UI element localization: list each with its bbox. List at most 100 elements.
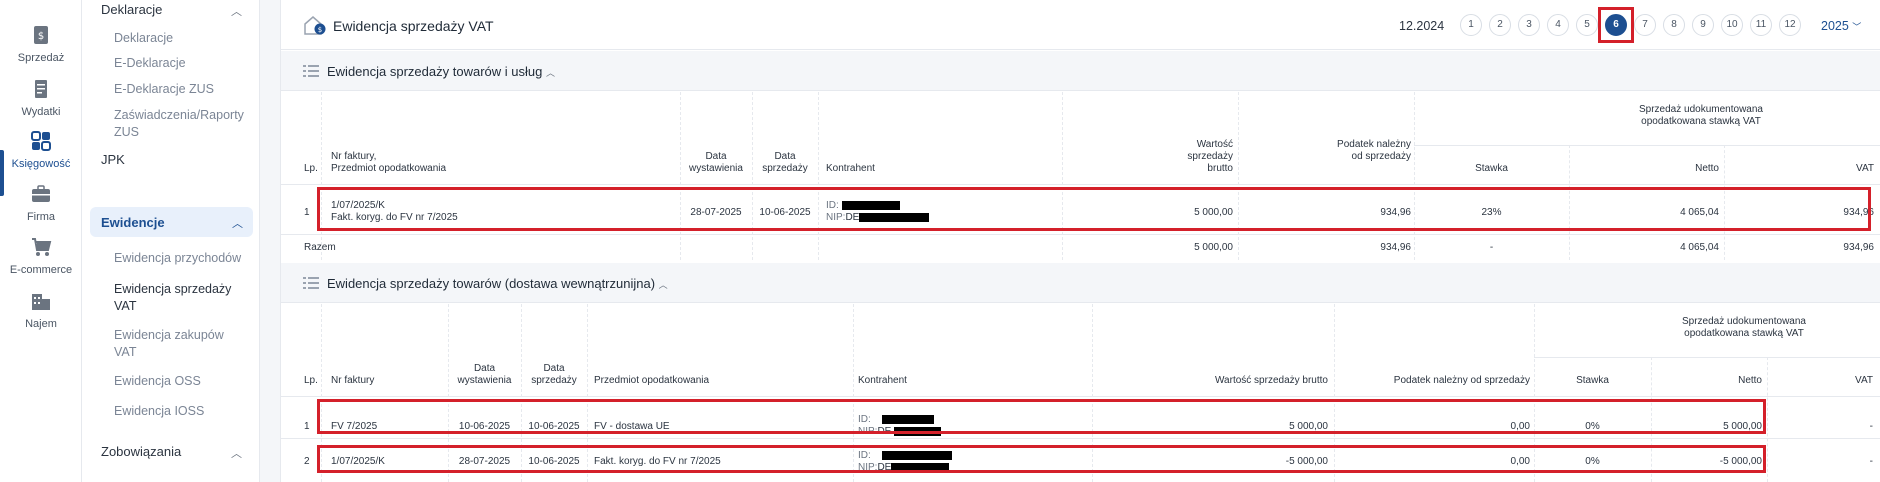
col-header-data-sprzedazy: Data sprzedaży	[531, 363, 577, 386]
nav-group-deklaracje[interactable]: Deklaracje ︿	[82, 2, 260, 18]
rail-item-ecommerce[interactable]: E-commerce	[0, 236, 82, 276]
chevron-up-icon: ︿	[545, 68, 555, 78]
main-nav-rail: $ Sprzedaż Wydatki Księgowość Firma E-co…	[0, 0, 82, 482]
total-label: Razem	[304, 242, 336, 253]
app-root: $ Sprzedaż Wydatki Księgowość Firma E-co…	[0, 0, 1880, 482]
row-highlight-box	[317, 399, 1766, 434]
page-header: $ Ewidencja sprzedaży VAT 12.2024 1 2 3 …	[281, 0, 1880, 50]
cell-lp: 2	[304, 456, 310, 467]
cell-lp: 1	[304, 207, 310, 218]
col-header-kontrahent: Kontrahent	[826, 163, 875, 174]
cell-vat: -	[1869, 421, 1873, 432]
nav-item-ewidencja-ioss[interactable]: Ewidencja IOSS	[114, 403, 249, 420]
section-header-sprzedaz[interactable]: Ewidencja sprzedaży towarów i usług ︿	[281, 51, 1880, 91]
nav-group-label: Deklaracje	[101, 2, 163, 17]
col-header-podatek: Podatek należny od sprzedaży	[1393, 375, 1530, 386]
svg-text:$: $	[38, 31, 44, 42]
nav-item-deklaracje[interactable]: Deklaracje	[114, 30, 249, 47]
col-header-netto: Netto	[1695, 163, 1719, 174]
rail-label: Sprzedaż	[17, 52, 65, 64]
section-title-text: Ewidencja sprzedaży towarów i usług	[327, 64, 543, 79]
nav-group-ewidencje[interactable]: Ewidencje ︿	[90, 207, 253, 237]
nav-group-zobowiazania[interactable]: Zobowiązania ︿	[82, 444, 260, 460]
header-divider	[1414, 145, 1880, 146]
col-header-group-vat: Sprzedaż udokumentowana opodatkowana sta…	[1682, 316, 1806, 339]
nav-group-label: Zobowiązania	[101, 444, 182, 459]
row-highlight-box	[317, 445, 1766, 473]
year-value: 2025	[1821, 19, 1849, 33]
rail-item-ksiegowosc[interactable]: Księgowość	[0, 130, 82, 170]
nav-item-e-deklaracje-zus[interactable]: E-Deklaracje ZUS	[114, 81, 249, 98]
row-divider	[281, 234, 1880, 235]
month-7[interactable]: 7	[1634, 14, 1656, 36]
row-highlight-box	[317, 187, 1871, 231]
month-3[interactable]: 3	[1518, 14, 1540, 36]
col-header-przedmiot: Przedmiot opodatkowania	[331, 163, 447, 174]
rail-item-wydatki[interactable]: Wydatki	[0, 78, 82, 118]
current-period: 12.2024	[1399, 19, 1445, 33]
nav-item-e-deklaracje[interactable]: E-Deklaracje	[114, 55, 249, 72]
col-header-data-wystawienia: Data wystawienia	[689, 151, 743, 174]
section-title: Ewidencja sprzedaży towarów (dostawa wew…	[327, 276, 668, 291]
total-stawka: -	[1489, 242, 1494, 253]
rail-item-sprzedaz[interactable]: $ Sprzedaż	[0, 24, 82, 64]
month-9[interactable]: 9	[1692, 14, 1714, 36]
total-netto: 4 065,04	[1680, 242, 1719, 253]
col-header-wartosc: Wartość sprzedaży brutto	[1187, 139, 1233, 174]
month-10[interactable]: 10	[1721, 14, 1743, 36]
row-divider	[281, 438, 1880, 439]
section-header-wdt[interactable]: Ewidencja sprzedaży towarów (dostawa wew…	[281, 263, 1880, 303]
rail-label: Firma	[26, 211, 56, 223]
col-header-data-sprzedazy: Data sprzedaży	[762, 151, 808, 174]
nav-item-ewidencja-sprzedazy-vat[interactable]: Ewidencja sprzedaży VAT	[114, 281, 249, 315]
rail-item-firma[interactable]: Firma	[0, 183, 82, 223]
secondary-nav: Deklaracje ︿ Deklaracje E-Deklaracje E-D…	[82, 0, 260, 482]
section-title-text: Ewidencja sprzedaży towarów (dostawa wew…	[327, 276, 656, 291]
nav-item-ewidencja-przychodow[interactable]: Ewidencja przychodów	[114, 250, 249, 267]
month-5[interactable]: 5	[1576, 14, 1598, 36]
cart-icon	[32, 238, 52, 256]
col-header-stawka: Stawka	[1576, 375, 1609, 386]
month-4[interactable]: 4	[1547, 14, 1569, 36]
nav-item-ewidencja-zakupow-vat[interactable]: Ewidencja zakupów VAT	[114, 327, 249, 361]
nav-item-ewidencja-oss[interactable]: Ewidencja OSS	[114, 373, 249, 390]
nav-group-label: JPK	[101, 152, 125, 167]
briefcase-icon	[32, 185, 50, 202]
grid-icon	[31, 131, 51, 151]
nav-item-zaswiadczenia[interactable]: Zaświadczenia/Raporty ZUS	[114, 107, 249, 141]
col-header-data-wystawienia: Data wystawienia	[457, 363, 512, 386]
month-8[interactable]: 8	[1663, 14, 1685, 36]
rail-item-najem[interactable]: Najem	[0, 290, 82, 330]
col-header-nr: Nr faktury,	[331, 151, 377, 162]
main-panel: $ Ewidencja sprzedaży VAT 12.2024 1 2 3 …	[280, 0, 1880, 482]
month-2[interactable]: 2	[1489, 14, 1511, 36]
chevron-up-icon: ︿	[231, 448, 242, 460]
header-divider	[1534, 357, 1880, 358]
month-1[interactable]: 1	[1460, 14, 1482, 36]
col-header-przedmiot: Przedmiot opodatkowania	[594, 375, 710, 386]
col-header-lp: Lp.	[304, 375, 318, 386]
col-header-wartosc: Wartość sprzedaży brutto	[1214, 375, 1328, 386]
total-wartosc: 5 000,00	[1194, 242, 1233, 253]
month-12[interactable]: 12	[1779, 14, 1801, 36]
receipt-icon	[35, 80, 47, 98]
list-icon	[303, 65, 319, 77]
col-header-stawka: Stawka	[1475, 163, 1508, 174]
month-11[interactable]: 11	[1750, 14, 1772, 36]
col-header-group-vat: Sprzedaż udokumentowana opodatkowana sta…	[1639, 104, 1763, 127]
selected-month-highlight	[1598, 7, 1634, 43]
cell-vat: -	[1869, 456, 1873, 467]
page-title: Ewidencja sprzedaży VAT	[333, 18, 494, 34]
year-select[interactable]: 2025 ﹀	[1821, 19, 1861, 33]
rail-label: Najem	[25, 318, 57, 330]
total-vat: 934,96	[1843, 242, 1874, 253]
col-header-kontrahent: Kontrahent	[858, 375, 907, 386]
col-header-nr: Nr faktury	[331, 375, 375, 386]
table-wdt: Lp. Nr faktury Data wystawienia Data spr…	[281, 304, 1880, 482]
nav-item-jpk[interactable]: JPK	[82, 152, 260, 167]
cell-lp: 1	[304, 421, 310, 432]
list-icon	[303, 277, 319, 289]
col-header-vat: VAT	[1856, 163, 1874, 174]
col-header-vat: VAT	[1855, 375, 1873, 386]
col-header-podatek: Podatek należny od sprzedaży	[1337, 139, 1411, 162]
